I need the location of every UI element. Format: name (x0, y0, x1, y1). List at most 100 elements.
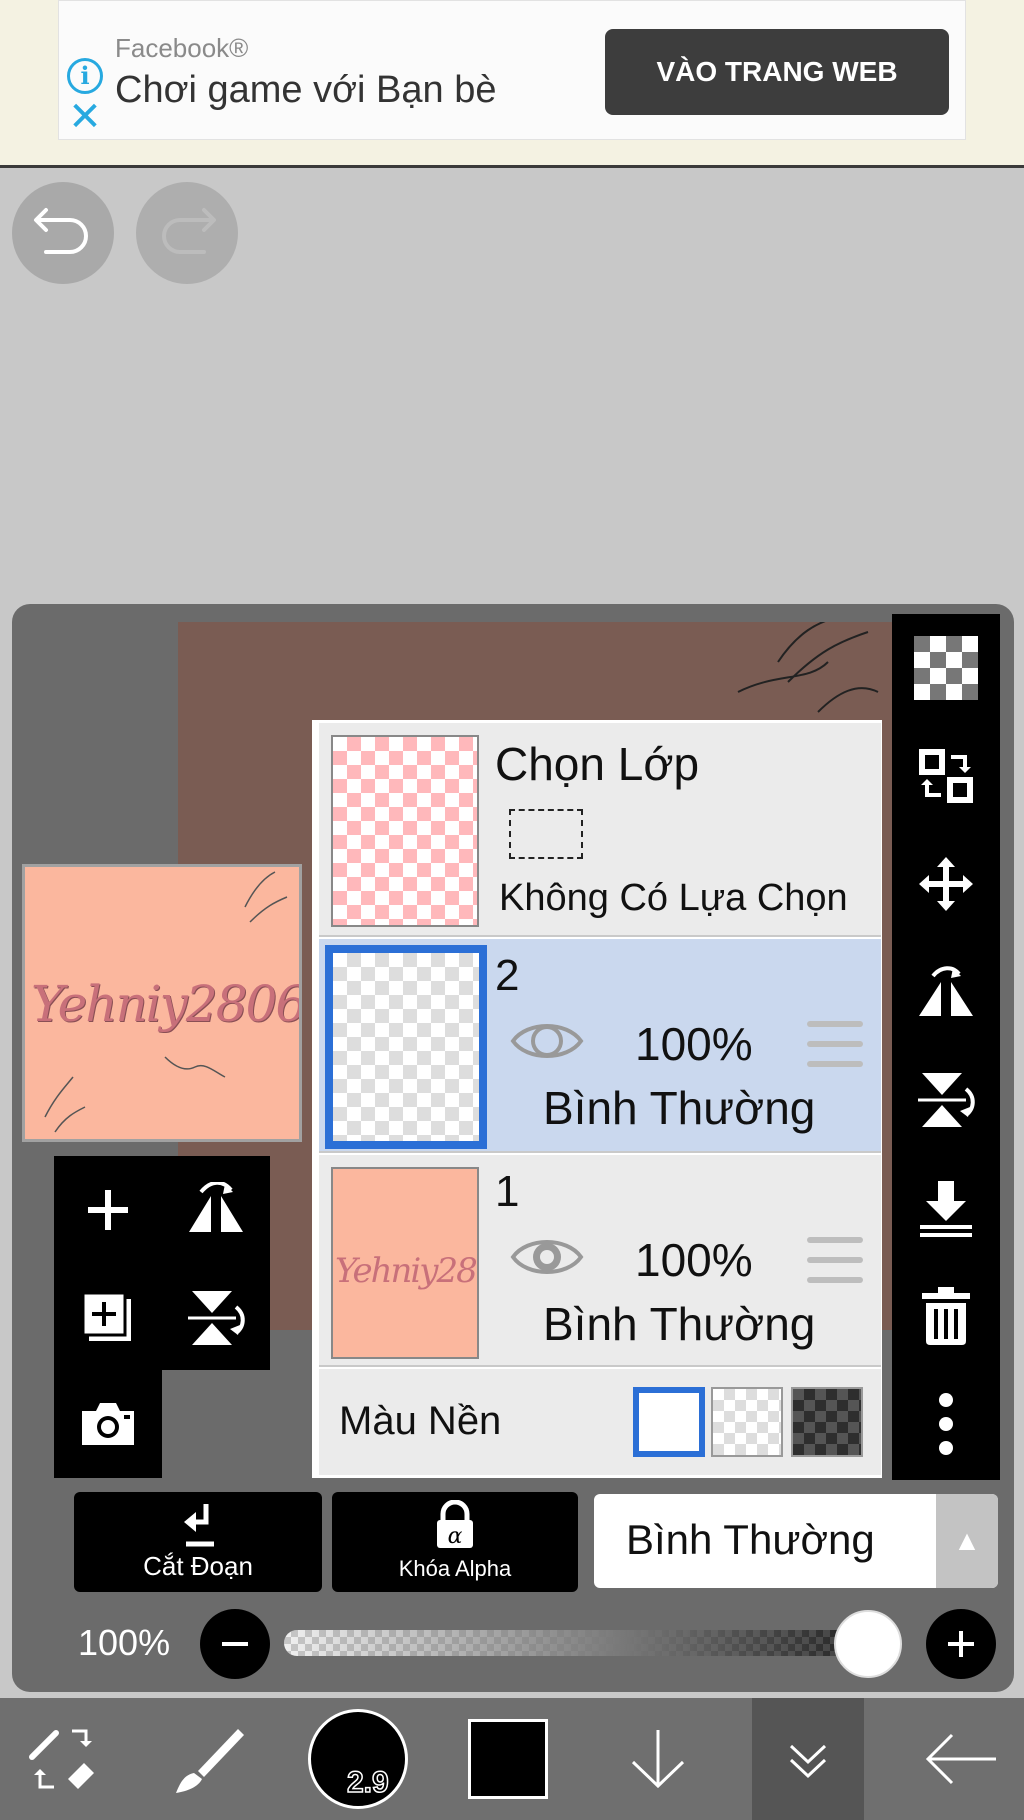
canvas-preview[interactable]: Yehniy2806 (22, 864, 302, 1142)
close-icon[interactable]: ✕ (67, 97, 103, 137)
ad-title: Chơi game với Bạn bè (115, 69, 497, 111)
merge-down-button[interactable] (892, 1154, 1000, 1262)
opacity-decrease-button[interactable] (200, 1609, 270, 1679)
ad-source: Facebook® (115, 33, 249, 63)
minus-icon (222, 1642, 248, 1646)
brush-eraser-toggle-button[interactable] (4, 1698, 124, 1820)
arrow-left-icon (925, 1733, 996, 1785)
background-white-swatch[interactable] (633, 1387, 705, 1457)
duplicate-layer-button[interactable] (54, 1264, 162, 1372)
bottom-toolbar: 2.9 (0, 1698, 1024, 1820)
flip-horizontal-button[interactable] (162, 1156, 270, 1264)
layer-number: 1 (495, 1167, 520, 1216)
triangle-up-icon[interactable]: ▲ (936, 1494, 998, 1588)
ad-banner: i ✕ Facebook® Chơi game với Bạn bè VÀO T… (0, 0, 1024, 168)
flip-vertical-icon (188, 1291, 245, 1345)
background-color-label: Màu Nền (339, 1399, 502, 1443)
delete-layer-button[interactable] (892, 1262, 1000, 1370)
blend-mode-value: Bình Thường (626, 1516, 875, 1563)
plus-icon (88, 1190, 128, 1230)
merge-down-icon (920, 1181, 972, 1237)
selection-title: Chọn Lớp (495, 738, 700, 790)
transparency-button[interactable] (892, 614, 1000, 722)
back-button[interactable] (900, 1698, 1020, 1820)
blend-mode-select[interactable]: Bình Thường ▲ (594, 1494, 998, 1588)
layer-row-1[interactable]: Yehniy2806 1 100% Bình Thường (319, 1155, 881, 1367)
camera-icon (82, 1403, 134, 1445)
drag-handle-icon[interactable] (807, 1237, 863, 1283)
redo-button[interactable] (136, 182, 238, 284)
layer-blend-mode: Bình Thường (543, 1082, 816, 1134)
opacity-slider-knob[interactable] (834, 1610, 902, 1678)
info-icon[interactable]: i (67, 58, 103, 94)
selection-subtitle: Không Có Lựa Chọn (499, 877, 848, 919)
swap-layer-button[interactable] (892, 722, 1000, 830)
brush-size-indicator: 2.9 (308, 1709, 408, 1809)
brush-tool-button[interactable] (150, 1698, 270, 1820)
opacity-slider-track[interactable] (284, 1630, 888, 1656)
flip-vertical-icon (918, 1073, 975, 1127)
clipping-button[interactable]: Cắt Đoạn (74, 1492, 322, 1592)
arrow-down-icon (631, 1730, 685, 1789)
brush-size-button[interactable]: 2.9 (298, 1698, 418, 1820)
thumbnail-text: Yehniy2806 (335, 1251, 477, 1291)
eye-icon[interactable] (509, 1013, 585, 1069)
more-options-button[interactable] (892, 1370, 1000, 1478)
flip-horizontal-icon (919, 966, 973, 1016)
flip-horizontal-icon (189, 1182, 243, 1232)
brush-size-value: 2.9 (346, 1765, 389, 1800)
background-transparent-swatch[interactable] (711, 1387, 783, 1457)
layer-blend-mode: Bình Thường (543, 1298, 816, 1350)
selection-thumbnail (331, 735, 479, 927)
alpha-lock-label: Khóa Alpha (398, 1556, 512, 1581)
undo-button[interactable] (12, 182, 114, 284)
duplicate-icon (81, 1291, 131, 1341)
svg-text:α: α (448, 1524, 463, 1549)
move-icon (919, 857, 973, 911)
ad-cta-button[interactable]: VÀO TRANG WEB (605, 29, 949, 115)
ad-card[interactable]: i ✕ Facebook® Chơi game với Bạn bè VÀO T… (58, 0, 966, 140)
eye-icon[interactable] (509, 1229, 585, 1285)
current-color-swatch (468, 1719, 548, 1799)
alpha-lock-button[interactable]: α Khóa Alpha (332, 1492, 578, 1592)
opacity-increase-button[interactable] (926, 1609, 996, 1679)
layer-tools-grid (54, 1156, 270, 1370)
redo-icon (162, 208, 216, 254)
layer-thumbnail (325, 945, 487, 1149)
layer-number: 2 (495, 951, 520, 1000)
layer-opacity: 100% (635, 1234, 753, 1286)
preview-sketch (44, 871, 288, 1133)
add-layer-button[interactable] (54, 1156, 162, 1264)
plus-icon (948, 1631, 974, 1657)
layer-thumbnail: Yehniy2806 (331, 1167, 479, 1359)
layers-list: Chọn Lớp Không Có Lựa Chọn 2 100% Bình T… (312, 720, 882, 1478)
undo-icon (34, 208, 88, 254)
background-dark-swatch[interactable] (791, 1387, 863, 1457)
flip-horizontal-right-button[interactable] (892, 938, 1000, 1046)
double-chevron-down-icon (789, 1744, 827, 1779)
move-button[interactable] (892, 830, 1000, 938)
color-button[interactable] (448, 1698, 568, 1820)
checkerboard-icon (914, 636, 978, 700)
selection-layer-row[interactable]: Chọn Lớp Không Có Lựa Chọn (319, 723, 881, 937)
flip-vertical-right-button[interactable] (892, 1046, 1000, 1154)
layer-row-2[interactable]: 2 100% Bình Thường (319, 939, 881, 1153)
drag-handle-icon[interactable] (807, 1021, 863, 1067)
camera-button[interactable] (54, 1370, 162, 1478)
opacity-value: 100% (78, 1622, 171, 1663)
camera-tool (54, 1370, 162, 1478)
brush-eraser-swap-icon (29, 1729, 94, 1789)
background-color-row: Màu Nền (319, 1369, 881, 1475)
layer-opacity: 100% (635, 1018, 753, 1070)
more-vertical-icon (939, 1393, 953, 1455)
brush-icon (176, 1729, 244, 1793)
clipping-label: Cắt Đoạn (143, 1551, 253, 1581)
right-toolbar (892, 614, 1000, 1480)
layer-down-button[interactable] (598, 1698, 718, 1820)
swap-icon (919, 749, 973, 803)
layers-panel-button[interactable] (752, 1698, 864, 1820)
clip-arrow-icon (184, 1504, 214, 1547)
flip-vertical-button[interactable] (162, 1264, 270, 1372)
selection-marquee-icon (509, 809, 583, 859)
trash-icon (922, 1287, 970, 1345)
